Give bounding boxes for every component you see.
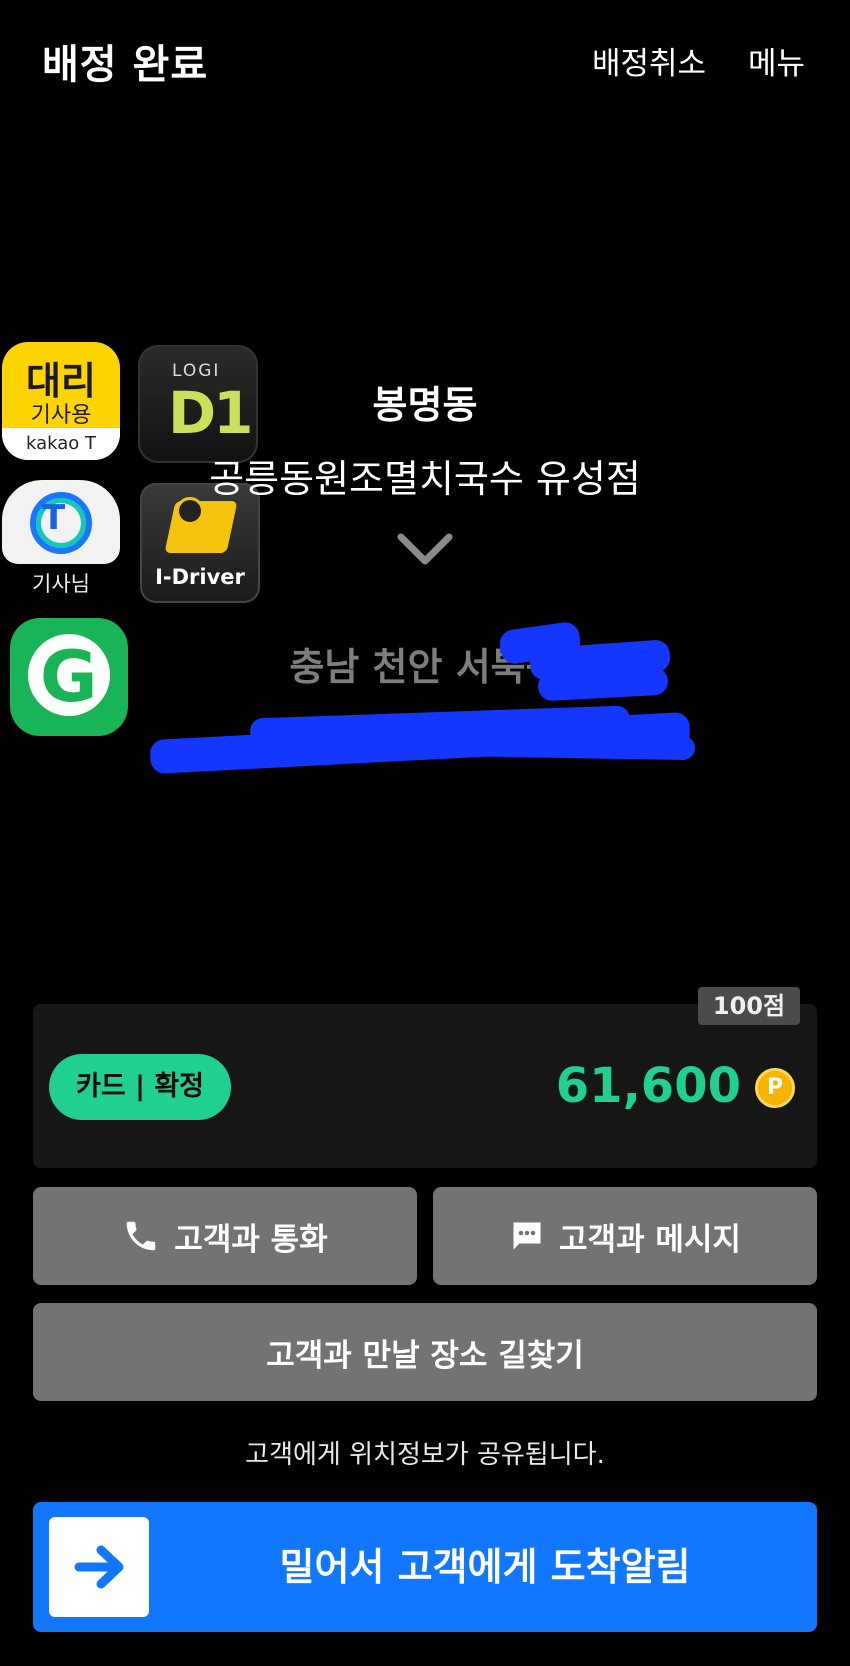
destination-address: 충남 천안 서북구 — [289, 645, 561, 689]
arrow-right-icon — [74, 1545, 124, 1589]
location-share-notice: 고객에게 위치정보가 공유됩니다. — [245, 1440, 605, 1470]
message-customer-button[interactable]: 고객과 메시지 — [433, 1187, 817, 1285]
tmap-t-icon: T — [42, 498, 66, 538]
page-title: 배정 완료 — [42, 42, 209, 88]
top-bar: 배정 완료 배정취소 메뉴 — [0, 0, 850, 120]
call-customer-button[interactable]: 고객과 통화 — [33, 1187, 417, 1285]
arrival-notify-slider[interactable]: 밀어서 고객에게 도착알림 — [33, 1502, 817, 1632]
payment-badge: 카드 | 확정 — [49, 1054, 231, 1120]
slider-handle[interactable] — [49, 1517, 149, 1617]
idriver-icon-label: I-Driver — [155, 565, 245, 589]
message-button-content: 고객과 메시지 — [433, 1187, 817, 1285]
origin-place: 공릉동원조멸치국수 유성점 — [209, 457, 641, 501]
message-button-label: 고객과 메시지 — [559, 1221, 741, 1258]
point-coin-icon: P — [755, 1068, 795, 1108]
redaction-mark — [537, 666, 669, 702]
cancel-assignment-button[interactable]: 배정취소 — [592, 38, 706, 83]
navigate-to-meeting-button[interactable]: 고객과 만날 장소 길찾기 — [33, 1303, 817, 1401]
slider-label: 밀어서 고객에게 도착알림 — [279, 1545, 691, 1589]
chevron-down-icon — [397, 533, 453, 565]
menu-button[interactable]: 메뉴 — [748, 38, 805, 83]
score-badge: 100점 — [698, 987, 800, 1025]
tmap-icon-label: 기사님 — [32, 572, 90, 596]
call-button-content: 고객과 통화 — [33, 1187, 417, 1285]
redaction-mark — [439, 731, 696, 761]
chat-icon — [513, 1222, 541, 1250]
origin-district: 봉명동 — [372, 383, 478, 427]
call-button-label: 고객과 통화 — [174, 1221, 328, 1258]
navigate-button-label: 고객과 만날 장소 길찾기 — [266, 1337, 584, 1374]
navigate-button-content: 고객과 만날 장소 길찾기 — [33, 1303, 817, 1401]
fare-amount: 61,600 — [555, 1058, 741, 1114]
fare-card: 카드 | 확정 61,600 P — [33, 1004, 817, 1168]
phone-icon — [127, 1221, 156, 1251]
